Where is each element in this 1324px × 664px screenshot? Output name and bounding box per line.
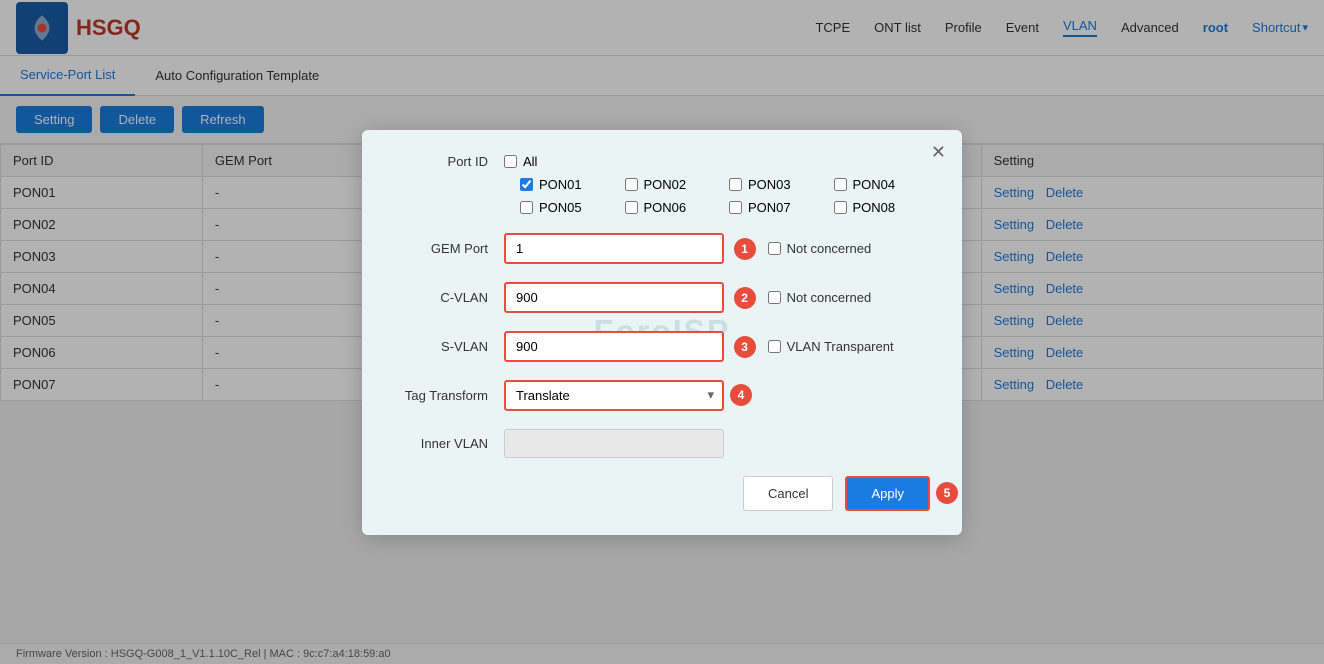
pon-checkbox-pon05[interactable] (520, 201, 533, 214)
s-vlan-transparent-checkbox[interactable] (768, 340, 781, 353)
c-vlan-input[interactable] (504, 282, 724, 313)
pon-label-pon02: PON02 (644, 177, 687, 192)
tag-transform-select-wrap: TranslateAddRemoveReplace (504, 380, 724, 411)
pon-item: PON08 (834, 200, 931, 215)
all-checkbox[interactable] (504, 155, 517, 168)
pon-checkbox-pon01[interactable] (520, 178, 533, 191)
gem-port-step: 1 (734, 238, 756, 260)
s-vlan-step: 3 (734, 336, 756, 358)
c-vlan-row: C-VLAN 2 Not concerned (394, 282, 930, 313)
s-vlan-row: S-VLAN 3 VLAN Transparent (394, 331, 930, 362)
c-not-concerned-label[interactable]: Not concerned (768, 290, 872, 305)
tag-transform-select[interactable]: TranslateAddRemoveReplace (504, 380, 724, 411)
tag-transform-step: 4 (730, 384, 752, 406)
pon-item: PON06 (625, 200, 722, 215)
gem-port-input[interactable] (504, 233, 724, 264)
pon-label-pon01: PON01 (539, 177, 582, 192)
modal-footer: Cancel Apply 5 (394, 476, 930, 511)
pon-label-pon03: PON03 (748, 177, 791, 192)
cancel-button[interactable]: Cancel (743, 476, 833, 511)
pon-checkbox-pon07[interactable] (729, 201, 742, 214)
pon-item: PON02 (625, 177, 722, 192)
pon-item: PON01 (520, 177, 617, 192)
pon-item: PON05 (520, 200, 617, 215)
pon-item: PON04 (834, 177, 931, 192)
inner-vlan-row: Inner VLAN (394, 429, 930, 458)
c-vlan-label: C-VLAN (394, 290, 504, 305)
pon-label-pon05: PON05 (539, 200, 582, 215)
port-id-label: Port ID (394, 154, 504, 169)
modal-close-button[interactable]: ✕ (931, 142, 946, 163)
c-not-concerned-checkbox[interactable] (768, 291, 781, 304)
port-id-row: Port ID All (394, 154, 930, 169)
pon-label-pon07: PON07 (748, 200, 791, 215)
s-vlan-input[interactable] (504, 331, 724, 362)
port-id-all: All (504, 154, 537, 169)
pon-item: PON07 (729, 200, 826, 215)
pon-label-pon08: PON08 (853, 200, 896, 215)
pon-item: PON03 (729, 177, 826, 192)
tag-transform-label: Tag Transform (394, 388, 504, 403)
pon-checkbox-pon08[interactable] (834, 201, 847, 214)
pon-label-pon04: PON04 (853, 177, 896, 192)
modal-overlay: ForoISP ✕ Port ID All PON01 PON02 PON03 … (0, 0, 1324, 664)
pon-checkbox-pon04[interactable] (834, 178, 847, 191)
pon-checkbox-pon02[interactable] (625, 178, 638, 191)
pon-checkbox-pon03[interactable] (729, 178, 742, 191)
s-vlan-transparent-label[interactable]: VLAN Transparent (768, 339, 894, 354)
apply-button[interactable]: Apply (845, 476, 930, 511)
modal: ForoISP ✕ Port ID All PON01 PON02 PON03 … (362, 130, 962, 535)
c-vlan-step: 2 (734, 287, 756, 309)
inner-vlan-input[interactable] (504, 429, 724, 458)
tag-transform-row: Tag Transform TranslateAddRemoveReplace … (394, 380, 930, 411)
inner-vlan-label: Inner VLAN (394, 436, 504, 451)
apply-step: 5 (936, 482, 958, 504)
port-id-section: Port ID All PON01 PON02 PON03 PON04 PON0… (394, 154, 930, 215)
pon-checkbox-pon06[interactable] (625, 201, 638, 214)
gem-not-concerned-checkbox[interactable] (768, 242, 781, 255)
pon-label-pon06: PON06 (644, 200, 687, 215)
all-label: All (523, 154, 537, 169)
gem-port-label: GEM Port (394, 241, 504, 256)
pon-grid: PON01 PON02 PON03 PON04 PON05 PON06 PON0… (520, 177, 930, 215)
s-vlan-label: S-VLAN (394, 339, 504, 354)
gem-port-row: GEM Port 1 Not concerned (394, 233, 930, 264)
gem-not-concerned-label[interactable]: Not concerned (768, 241, 872, 256)
